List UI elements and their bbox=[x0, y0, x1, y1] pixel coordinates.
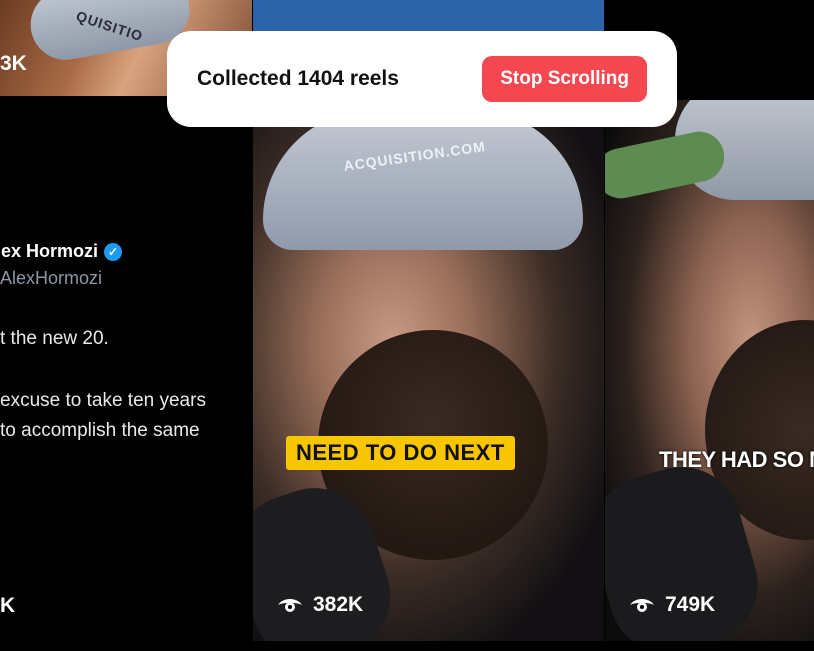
reel-view-count: 3K bbox=[0, 52, 27, 75]
reel-view-count: 749K bbox=[665, 593, 716, 616]
collection-status-overlay: Collected 1404 reels Stop Scrolling bbox=[167, 31, 677, 127]
tweet-reel-tile[interactable]: lex Hormozi ✓ AlexHormozi t the new 20. … bbox=[0, 96, 252, 651]
reel-views: 749K bbox=[629, 593, 715, 617]
tweet-author: lex Hormozi ✓ bbox=[0, 241, 123, 262]
reel-view-count: 382K bbox=[313, 593, 364, 616]
reel-views: 382K bbox=[277, 593, 363, 617]
reel-view-count: K bbox=[0, 594, 16, 617]
reel-caption: THEY HAD SO MUC bbox=[659, 447, 814, 472]
eye-icon bbox=[278, 599, 302, 612]
verified-badge-icon: ✓ bbox=[104, 242, 123, 261]
tweet-handle: AlexHormozi bbox=[0, 268, 103, 288]
tweet-text-line: t the new 20. bbox=[0, 328, 109, 349]
middle-reel-tile[interactable]: ACQUISITION.COM NEED TO DO NEXT 382K bbox=[253, 100, 604, 641]
tweet-text-line: excuse to take ten years bbox=[0, 390, 206, 411]
reel-caption: NEED TO DO NEXT bbox=[286, 436, 515, 470]
right-reel-tile[interactable]: THEY HAD SO MUC 749K bbox=[605, 100, 814, 641]
stop-scrolling-button[interactable]: Stop Scrolling bbox=[482, 56, 647, 102]
tweet-author-name: lex Hormozi bbox=[0, 241, 99, 261]
tweet-text-line: to accomplish the same bbox=[0, 420, 200, 441]
collected-reels-status: Collected 1404 reels bbox=[197, 67, 399, 90]
eye-icon bbox=[630, 599, 654, 612]
cap-image bbox=[263, 110, 583, 250]
